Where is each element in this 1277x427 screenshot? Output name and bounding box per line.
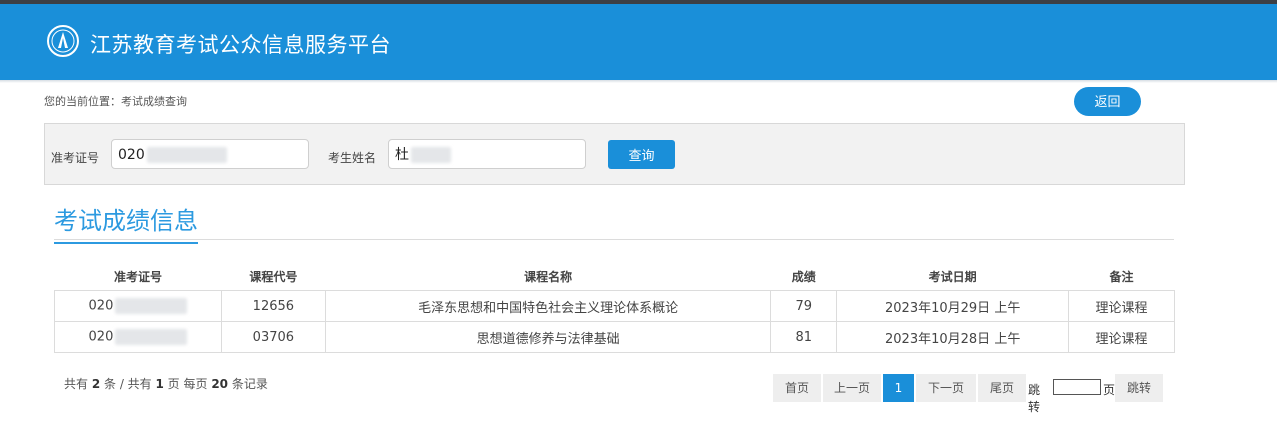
column-header-score: 成绩 [791, 269, 816, 284]
current-page-button[interactable]: 1 [883, 374, 914, 402]
exam-date-cell: 2023年10月29日 上午 [836, 290, 1070, 322]
search-panel: 准考证号 020 考生姓名 杜 查询 [44, 123, 1185, 185]
column-header-note: 备注 [1109, 269, 1134, 284]
site-title: 江苏教育考试公众信息服务平台 [90, 33, 391, 57]
header-shadow [0, 80, 1277, 83]
note-cell: 理论课程 [1068, 290, 1175, 322]
score-cell: 79 [770, 290, 838, 322]
summary-text: 条 / 共有 [100, 377, 156, 391]
next-page-button[interactable]: 下一页 [916, 374, 976, 402]
ticket-number-input[interactable]: 020 [111, 139, 309, 169]
candidate-name-value: 杜 [395, 147, 409, 163]
redacted-mask [115, 298, 188, 314]
summary-text: 条记录 [228, 377, 268, 391]
column-header-course-name: 课程名称 [524, 269, 573, 284]
ticket-number-value: 020 [118, 147, 145, 163]
query-button[interactable]: 查询 [608, 140, 675, 169]
redacted-mask [411, 147, 451, 163]
course-name-cell: 毛泽东思想和中国特色社会主义理论体系概论 [324, 290, 772, 322]
redacted-mask [146, 147, 227, 163]
section-title: 考试成绩信息 [54, 201, 198, 244]
summary-text: 共有 [64, 377, 92, 391]
column-header-course-code: 课程代号 [249, 269, 298, 284]
results-table: 准考证号 课程代号 课程名称 成绩 考试日期 备注 020 12656 毛泽东思… [54, 262, 1175, 353]
jump-page-input[interactable] [1053, 379, 1101, 395]
summary-text: 页 每页 [163, 377, 212, 391]
jump-button[interactable]: 跳转 [1115, 374, 1163, 402]
course-name-cell: 思想道德修养与法律基础 [324, 321, 772, 353]
section-divider [54, 239, 1174, 240]
back-button[interactable]: 返回 [1074, 87, 1141, 116]
total-count: 2 [91, 377, 101, 391]
redacted-mask [115, 329, 188, 345]
candidate-name-input[interactable]: 杜 [388, 139, 586, 169]
column-header-ticket: 准考证号 [113, 269, 162, 284]
candidate-name-label: 考生姓名 [328, 151, 377, 165]
ticket-cell: 020 [54, 321, 222, 353]
ticket-cell: 020 [54, 290, 222, 322]
course-code-cell: 12656 [220, 290, 326, 322]
ticket-value: 020 [88, 298, 114, 314]
site-header: 江苏教育考试公众信息服务平台 [0, 4, 1277, 80]
jiangsu-exam-logo-icon [47, 25, 79, 57]
note-cell: 理论课程 [1068, 321, 1175, 353]
column-header-exam-date: 考试日期 [928, 269, 977, 284]
jump-suffix-label: 页 [1103, 383, 1116, 397]
prev-page-button[interactable]: 上一页 [823, 374, 881, 402]
first-page-button[interactable]: 首页 [773, 374, 821, 402]
exam-date-cell: 2023年10月28日 上午 [836, 321, 1070, 353]
ticket-value: 020 [88, 329, 114, 345]
page-count: 1 [155, 377, 164, 391]
table-row: 020 03706 思想道德修养与法律基础 81 2023年10月28日 上午 … [54, 321, 1175, 353]
record-summary: 共有 2 条 / 共有 1 页 每页 20 条记录 [64, 375, 268, 392]
breadcrumb: 您的当前位置：考试成绩查询 [44, 95, 187, 108]
last-page-button[interactable]: 尾页 [978, 374, 1026, 402]
ticket-number-label: 准考证号 [51, 151, 100, 165]
per-page-count: 20 [211, 377, 229, 391]
table-row: 020 12656 毛泽东思想和中国特色社会主义理论体系概论 79 2023年1… [54, 290, 1175, 322]
course-code-cell: 03706 [220, 321, 326, 353]
jump-prefix-label: 跳转 [1028, 383, 1041, 414]
score-cell: 81 [770, 321, 838, 353]
table-header-row: 准考证号 课程代号 课程名称 成绩 考试日期 备注 [55, 262, 1175, 291]
